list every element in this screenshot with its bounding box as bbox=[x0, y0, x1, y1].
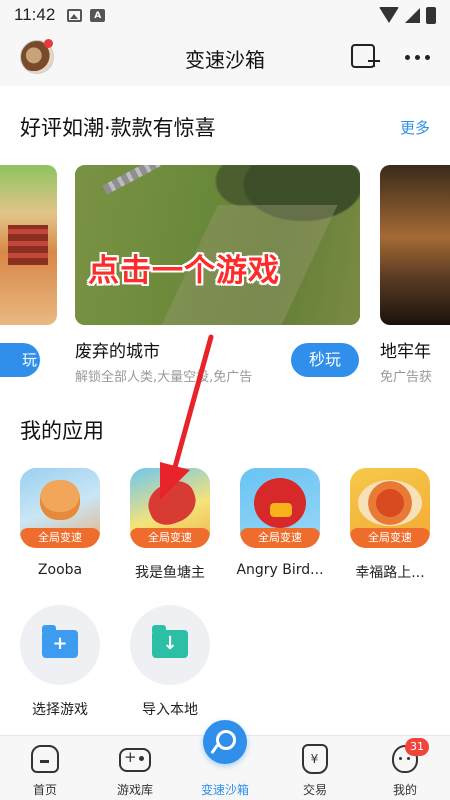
image-icon bbox=[67, 8, 83, 22]
key-icon[interactable] bbox=[203, 720, 247, 764]
app-tag: 全局变速 bbox=[130, 528, 210, 548]
add-window-icon[interactable] bbox=[351, 44, 380, 68]
app-name: 我是鱼塘主 bbox=[135, 565, 205, 581]
app-item[interactable]: 全局变速 我是鱼塘主 bbox=[130, 468, 210, 582]
play-button[interactable]: 玩 bbox=[0, 343, 40, 377]
signal-icon bbox=[405, 7, 420, 23]
folder-add-icon: + bbox=[42, 625, 78, 658]
status-bar: 11:42 A bbox=[0, 0, 450, 30]
app-icon[interactable]: 全局变速 bbox=[20, 468, 100, 548]
app-name: 幸福路上... bbox=[355, 565, 425, 581]
featured-title: 好评如潮·款款有惊喜 bbox=[20, 116, 216, 140]
app-item[interactable]: 全局变速 Angry Bird... bbox=[236, 468, 324, 578]
game-card-desc: 解锁全部人类,大量空投,免广告 bbox=[75, 370, 253, 385]
page-title: 变速沙箱 bbox=[185, 47, 265, 72]
game-card-image[interactable] bbox=[0, 165, 57, 325]
featured-carousel[interactable]: 玩 点击一个游戏 废弃的城市 解锁全部人类,大量空投,免广告 秒玩 地牢年 免广… bbox=[0, 165, 450, 395]
app-header: 变速沙箱 bbox=[0, 30, 450, 86]
more-icon[interactable] bbox=[405, 55, 430, 60]
notification-dot bbox=[44, 39, 53, 48]
game-card-image[interactable] bbox=[380, 165, 450, 325]
app-tag: 全局变速 bbox=[350, 528, 430, 548]
nav-home[interactable]: 首页 bbox=[0, 736, 90, 800]
game-card-name[interactable]: 废弃的城市 bbox=[75, 337, 160, 362]
nav-trade[interactable]: 交易 bbox=[270, 736, 360, 800]
app-icon[interactable]: 全局变速 bbox=[350, 468, 430, 548]
battery-icon bbox=[426, 6, 436, 24]
app-name: Zooba bbox=[37, 562, 83, 578]
home-icon bbox=[31, 745, 59, 773]
app-tag: 全局变速 bbox=[240, 528, 320, 548]
select-game-button[interactable]: + 选择游戏 bbox=[20, 605, 100, 719]
import-local-button[interactable]: ↓ 导入本地 bbox=[130, 605, 210, 719]
status-time: 11:42 bbox=[14, 5, 56, 24]
my-apps-title: 我的应用 bbox=[20, 419, 104, 443]
notification-badge: 31 bbox=[405, 738, 429, 756]
font-icon: A bbox=[90, 8, 106, 22]
instant-play-button[interactable]: 秒玩 bbox=[291, 343, 359, 377]
action-label: 选择游戏 bbox=[32, 702, 88, 718]
app-icon[interactable]: 全局变速 bbox=[240, 468, 320, 548]
more-link[interactable]: 更多 bbox=[400, 117, 430, 138]
app-name: Angry Bird... bbox=[236, 562, 324, 578]
action-label: 导入本地 bbox=[142, 702, 198, 718]
folder-download-icon: ↓ bbox=[152, 625, 188, 658]
game-card-name[interactable]: 地牢年 bbox=[380, 337, 431, 362]
game-card-desc: 免广告获 bbox=[380, 370, 433, 385]
bottom-nav: 首页 游戏库 变速沙箱 交易 我的 31 bbox=[0, 720, 450, 800]
nav-game-library[interactable]: 游戏库 bbox=[90, 736, 180, 800]
app-icon[interactable]: 全局变速 bbox=[130, 468, 210, 548]
annotation-caption: 点击一个游戏 bbox=[88, 253, 280, 289]
money-bag-icon bbox=[302, 744, 328, 774]
app-item[interactable]: 全局变速 Zooba bbox=[20, 468, 100, 578]
app-item[interactable]: 全局变速 幸福路上... bbox=[350, 468, 430, 582]
gamepad-icon bbox=[119, 748, 151, 772]
wifi-icon bbox=[379, 7, 399, 23]
app-tag: 全局变速 bbox=[20, 528, 100, 548]
